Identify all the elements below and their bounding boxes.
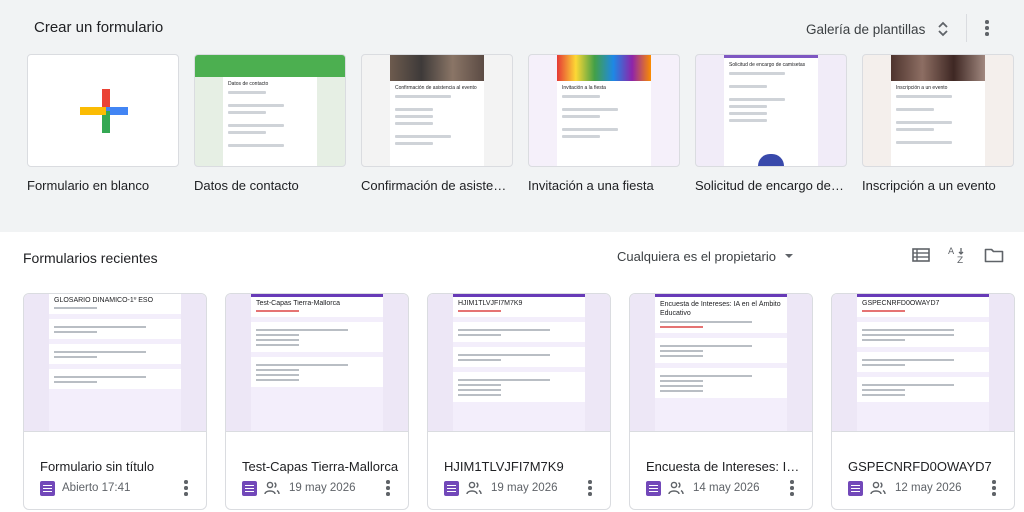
template-blank[interactable]: Formulario en blanco — [27, 54, 179, 193]
forms-home: Crear un formulario Galería de plantilla… — [0, 0, 1024, 512]
gallery-title: Crear un formulario — [34, 19, 164, 36]
template-gallery-label: Galería de plantillas — [806, 21, 926, 37]
form-meta: 12 may 2026 — [848, 479, 962, 497]
form-thumbnail[interactable]: Test-Capas Tierra-Mallorca — [226, 294, 408, 432]
more-options-icon[interactable] — [182, 479, 190, 497]
folder-icon[interactable] — [983, 244, 1005, 266]
form-title: Formulario sin título — [40, 459, 155, 474]
form-meta: 19 may 2026 — [444, 479, 558, 497]
form-title: Test-Capas Tierra-Mallorca — [242, 459, 399, 474]
template-contact[interactable]: Datos de contacto Datos de contacto — [194, 54, 346, 193]
forms-icon — [444, 480, 459, 496]
shared-icon — [668, 481, 684, 495]
thumb-header — [195, 55, 345, 77]
more-options-icon[interactable] — [977, 17, 997, 39]
unfold-icon — [937, 20, 949, 38]
form-thumbnail[interactable]: GLOSARIO DINÁMICO-1º ESO — [24, 294, 206, 432]
forms-icon — [848, 480, 863, 496]
form-date: Abierto 17:41 — [62, 482, 131, 494]
more-options-icon[interactable] — [586, 479, 594, 497]
form-title: GSPECNRFD0OWAYD7 — [848, 459, 992, 474]
thumb-title: Encuesta de Intereses: IA en el Ámbito E… — [660, 301, 781, 317]
plus-icon — [80, 89, 128, 133]
thumb-title: GSPECNRFD0OWAYD7 — [862, 300, 940, 307]
thumb-title: Confirmación de asistencia al evento — [395, 85, 477, 91]
form-title: HJIM1TLVJFI7M7K9 — [444, 459, 564, 474]
template-tshirt[interactable]: Solicitud de encargo de camisetas Solici… — [695, 54, 847, 193]
template-thumbnail[interactable]: Inscripción a un evento — [862, 54, 1014, 167]
thumb-title: Test-Capas Tierra-Mallorca — [256, 300, 341, 307]
template-gallery: Crear un formulario Galería de plantilla… — [0, 0, 1024, 232]
svg-text:Z: Z — [957, 256, 963, 266]
forms-icon — [646, 480, 661, 496]
toolbar-divider — [966, 14, 967, 42]
recent-forms-title: Formularios recientes — [23, 250, 158, 266]
thumb-title: GLOSARIO DINÁMICO-1º ESO — [54, 297, 154, 304]
template-label: Formulario en blanco — [27, 178, 150, 193]
form-meta: 14 may 2026 — [646, 479, 760, 497]
more-options-icon[interactable] — [788, 479, 796, 497]
form-date: 12 may 2026 — [895, 482, 962, 494]
template-label: Confirmación de asiste… — [361, 178, 507, 193]
form-card[interactable]: GLOSARIO DINÁMICO-1º ESO Formulario sin … — [23, 293, 207, 510]
thumb-title: HJIM1TLVJFI7M7K9 — [458, 300, 523, 307]
template-thumbnail[interactable]: Invitación a la fiesta — [528, 54, 680, 167]
shared-icon — [870, 481, 886, 495]
form-meta: 19 may 2026 — [242, 479, 356, 497]
form-thumbnail[interactable]: GSPECNRFD0OWAYD7 — [832, 294, 1014, 432]
shared-icon — [264, 481, 280, 495]
more-options-icon[interactable] — [990, 479, 998, 497]
thumb-photo — [891, 55, 985, 81]
template-thumbnail[interactable]: Confirmación de asistencia al evento — [361, 54, 513, 167]
thumb-title: Inscripción a un evento — [896, 85, 948, 91]
template-thumbnail[interactable]: Datos de contacto — [194, 54, 346, 167]
template-gallery-button[interactable]: Galería de plantillas — [806, 16, 949, 42]
shared-icon — [466, 481, 482, 495]
thumb-photo — [557, 55, 651, 81]
owner-filter-label: Cualquiera es el propietario — [617, 248, 776, 264]
template-rsvp[interactable]: Confirmación de asistencia al evento Con… — [361, 54, 513, 193]
owner-filter-dropdown[interactable]: Cualquiera es el propietario — [617, 246, 793, 266]
template-label: Invitación a una fiesta — [528, 178, 654, 193]
svg-text:A: A — [948, 247, 955, 257]
more-options-icon[interactable] — [384, 479, 392, 497]
form-meta: Abierto 17:41 — [40, 479, 130, 497]
thumb-photo — [390, 55, 484, 81]
thumb-title: Invitación a la fiesta — [562, 85, 606, 91]
form-thumbnail[interactable]: HJIM1TLVJFI7M7K9 — [428, 294, 610, 432]
thumb-title: Datos de contacto — [228, 81, 269, 87]
form-thumbnail[interactable]: Encuesta de Intereses: IA en el Ámbito E… — [630, 294, 812, 432]
form-date: 19 may 2026 — [491, 482, 558, 494]
forms-icon — [40, 480, 55, 496]
list-view-icon[interactable] — [910, 244, 932, 266]
template-thumbnail[interactable]: Solicitud de encargo de camisetas — [695, 54, 847, 167]
template-label: Inscripción a un evento — [862, 178, 996, 193]
dropdown-caret-icon — [784, 254, 793, 258]
form-title: Encuesta de Intereses: IA ... — [646, 459, 806, 474]
form-card[interactable]: GSPECNRFD0OWAYD7 GSPECNRFD0OWAYD7 12 may… — [831, 293, 1015, 510]
forms-icon — [242, 480, 257, 496]
template-party[interactable]: Invitación a la fiesta Invitación a una … — [528, 54, 680, 193]
form-date: 19 may 2026 — [289, 482, 356, 494]
thumb-title: Solicitud de encargo de camisetas — [729, 62, 806, 68]
form-card[interactable]: Encuesta de Intereses: IA en el Ámbito E… — [629, 293, 813, 510]
template-registration[interactable]: Inscripción a un evento Inscripción a un… — [862, 54, 1014, 193]
sort-az-icon[interactable]: AZ — [946, 244, 968, 266]
template-label: Datos de contacto — [194, 178, 299, 193]
form-card[interactable]: HJIM1TLVJFI7M7K9 HJIM1TLVJFI7M7K9 19 may… — [427, 293, 611, 510]
tshirt-icon — [758, 154, 784, 166]
template-label: Solicitud de encargo de… — [695, 178, 844, 193]
form-card[interactable]: Test-Capas Tierra-Mallorca Test-Capas Ti… — [225, 293, 409, 510]
template-thumbnail[interactable] — [27, 54, 179, 167]
form-date: 14 may 2026 — [693, 482, 760, 494]
